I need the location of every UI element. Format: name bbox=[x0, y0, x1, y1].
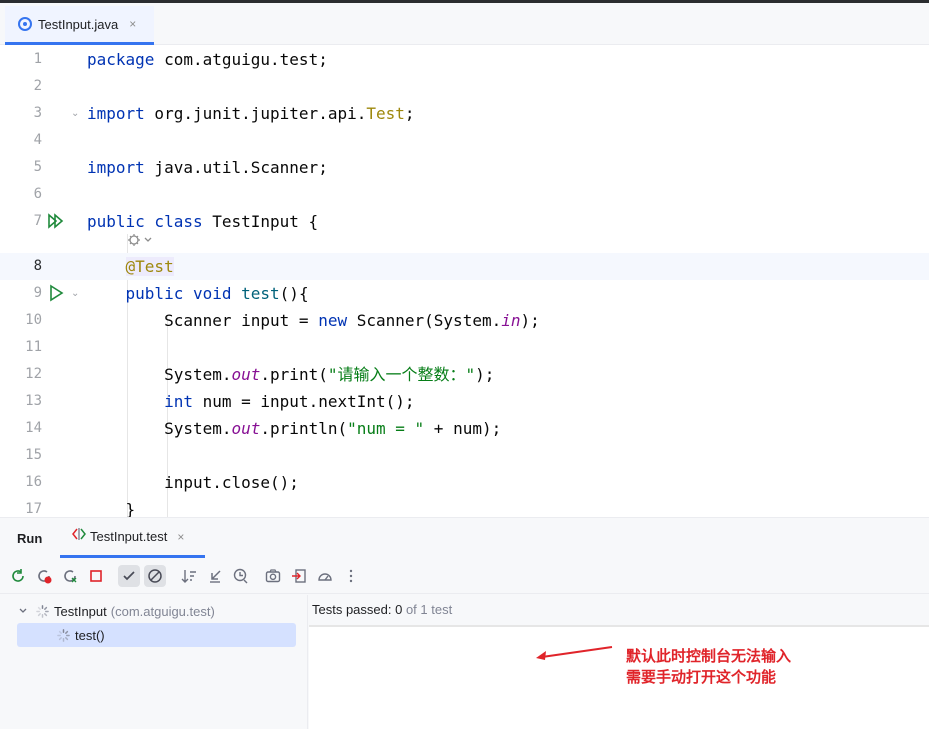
java-class-icon bbox=[18, 17, 32, 31]
code-text: System.out.print("请输入一个整数："); bbox=[87, 365, 495, 384]
run-title: Run bbox=[17, 531, 43, 546]
line-number: 15 bbox=[25, 447, 42, 463]
fold-chevron-icon[interactable]: ⌄ bbox=[71, 280, 79, 307]
code-text: input.close(); bbox=[87, 473, 299, 492]
test-history-icon[interactable] bbox=[230, 565, 252, 587]
code-line[interactable]: 10 Scanner input = new Scanner(System.in… bbox=[0, 307, 929, 334]
spinner-icon bbox=[36, 604, 49, 618]
line-number: 13 bbox=[25, 393, 42, 409]
more-options-icon[interactable] bbox=[340, 565, 362, 587]
run-tab-testinput-test[interactable]: TestInput.test × bbox=[60, 518, 205, 558]
code-text: public void test(){ bbox=[125, 284, 309, 303]
code-line[interactable]: 16 input.close(); bbox=[0, 469, 929, 496]
code-line[interactable]: 1 package com.atguigu.test; bbox=[0, 46, 929, 73]
tree-node-label: test() bbox=[75, 627, 105, 643]
test-config-icon bbox=[72, 527, 86, 546]
run-tool-window: Run TestInput.test × TestInput (com.atgu… bbox=[0, 517, 929, 729]
code-editor[interactable]: 1 package com.atguigu.test; 2 3 import org.j… bbox=[0, 45, 929, 517]
show-passed-icon[interactable] bbox=[118, 565, 140, 587]
code-text: Scanner input = new Scanner(System.in); bbox=[87, 311, 540, 330]
code-line[interactable]: 5 import java.util.Scanner; bbox=[0, 154, 929, 181]
run-header: Run TestInput.test × bbox=[0, 518, 929, 558]
rerun-icon[interactable] bbox=[7, 565, 29, 587]
toggle-auto-test-icon[interactable] bbox=[59, 565, 81, 587]
coverage-gauge-icon[interactable] bbox=[314, 565, 336, 587]
line-number: 10 bbox=[25, 312, 42, 328]
run-test-icon[interactable] bbox=[47, 284, 65, 302]
code-line[interactable]: 14 System.out.println("num = " + num); bbox=[0, 415, 929, 442]
annotation-note-line1: 默认此时控制台无法输入 bbox=[626, 647, 792, 665]
run-tab-label: TestInput.test bbox=[90, 529, 168, 544]
show-ignored-icon[interactable] bbox=[144, 565, 166, 587]
code-text: package com.atguigu.test; bbox=[87, 50, 328, 69]
line-number: 2 bbox=[33, 78, 42, 94]
code-line[interactable]: 11 bbox=[0, 334, 929, 361]
rerun-failed-icon[interactable] bbox=[33, 565, 55, 587]
tree-node-label: TestInput bbox=[54, 603, 107, 619]
code-line[interactable]: 4 bbox=[0, 127, 929, 154]
line-number: 11 bbox=[25, 339, 42, 355]
sort-icon[interactable] bbox=[178, 565, 200, 587]
annotation-note: 默认此时控制台无法输入 需要手动打开这个功能 bbox=[626, 646, 791, 688]
camera-icon[interactable] bbox=[262, 565, 284, 587]
spinner-icon bbox=[57, 628, 70, 642]
code-text: public class TestInput { bbox=[87, 212, 319, 231]
status-suffix: of 1 test bbox=[402, 602, 453, 617]
line-number: 17 bbox=[25, 501, 42, 517]
editor-tab-bar: TestInput.java × bbox=[0, 3, 929, 45]
line-number: 12 bbox=[25, 366, 42, 382]
line-number: 5 bbox=[33, 159, 42, 175]
code-line[interactable]: 12 System.out.print("请输入一个整数："); bbox=[0, 361, 929, 388]
tab-testinput-java[interactable]: TestInput.java × bbox=[5, 6, 154, 45]
tab-label: TestInput.java bbox=[38, 16, 119, 32]
line-number: 6 bbox=[33, 186, 42, 202]
code-line[interactable]: 13 int num = input.nextInt(); bbox=[0, 388, 929, 415]
inlay-hints-icon[interactable] bbox=[127, 233, 153, 250]
code-text: import java.util.Scanner; bbox=[87, 158, 328, 177]
code-line[interactable]: 17 } bbox=[0, 496, 929, 517]
line-number: 16 bbox=[25, 474, 42, 490]
tab-close-icon[interactable]: × bbox=[129, 17, 136, 31]
line-number: 1 bbox=[33, 51, 42, 67]
code-line[interactable]: 6 bbox=[0, 181, 929, 208]
status-prefix: Tests passed: bbox=[312, 602, 396, 617]
console-output[interactable]: Tests passed: 0 of 1 test bbox=[309, 595, 929, 729]
fold-chevron-icon[interactable]: ⌄ bbox=[71, 100, 79, 127]
chevron-down-icon[interactable] bbox=[18, 606, 30, 616]
code-line[interactable]: 8 @Test bbox=[0, 253, 929, 280]
annotation-note-line2: 需要手动打开这个功能 bbox=[626, 668, 777, 686]
code-text: System.out.println("num = " + num); bbox=[87, 419, 502, 438]
tree-node-test-method[interactable]: test() bbox=[17, 623, 296, 647]
code-line[interactable]: 2 bbox=[0, 73, 929, 100]
test-status-bar: Tests passed: 0 of 1 test bbox=[309, 595, 929, 627]
import-tests-icon[interactable] bbox=[288, 565, 310, 587]
code-line[interactable]: 15 bbox=[0, 442, 929, 469]
code-line[interactable]: 3 import org.junit.jupiter.api.Test; bbox=[0, 100, 929, 127]
run-toolbar bbox=[0, 558, 929, 594]
annotation-arrow bbox=[536, 646, 613, 660]
code-text: @Test bbox=[125, 257, 174, 276]
tree-node-testinput[interactable]: TestInput (com.atguigu.test) bbox=[18, 599, 215, 623]
test-results-tree[interactable]: TestInput (com.atguigu.test) test() bbox=[0, 595, 308, 729]
run-all-tests-icon[interactable] bbox=[47, 212, 65, 230]
code-text: import org.junit.jupiter.api.Test; bbox=[87, 104, 415, 123]
line-number: 4 bbox=[33, 132, 42, 148]
line-number: 9 bbox=[33, 285, 42, 301]
stop-icon[interactable] bbox=[85, 565, 107, 587]
line-number: 8 bbox=[33, 258, 42, 274]
tree-node-package: (com.atguigu.test) bbox=[110, 603, 215, 619]
collapse-all-icon[interactable] bbox=[204, 565, 226, 587]
run-tab-close-icon[interactable]: × bbox=[177, 530, 184, 544]
code-line[interactable]: 9 public void test(){ bbox=[0, 280, 929, 307]
line-number: 7 bbox=[33, 213, 42, 229]
code-line[interactable]: 7 public class TestInput { bbox=[0, 208, 929, 235]
code-text: int num = input.nextInt(); bbox=[164, 392, 415, 411]
code-text: } bbox=[87, 500, 136, 517]
line-number: 14 bbox=[25, 420, 42, 436]
line-number: 3 bbox=[33, 105, 42, 121]
